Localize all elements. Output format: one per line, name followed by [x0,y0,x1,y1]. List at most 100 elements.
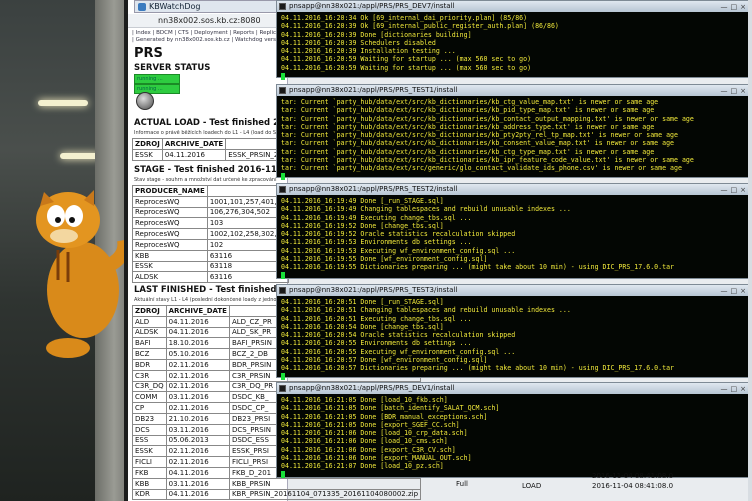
address-bar[interactable]: nn38x002.sos.kb.cz:8080 [128,14,288,28]
terminal-line: 04.11.2016_16:21:06 Done [load_10_crp_da… [281,429,468,438]
terminal-line: 04.11.2016_16:20:39 Ok [69_internal_publ… [281,22,559,31]
terminal-line: 04.11.2016_16:20:51 Done [_run_STAGE.sql… [281,298,444,306]
monitor-screen: KBWatchDog ← → nn38x002.sos.kb.cz:8080 |… [128,0,752,501]
browser-tab[interactable]: KBWatchDog [134,0,284,13]
table-cell: 04.11.2016 [165,466,230,479]
terminal-line: 04.11.2016_16:21:05 Done [export_SGEF_CC… [281,420,460,429]
terminal-line: 04.11.2016_16:20:59 Waiting for startup … [281,63,532,72]
terminal-title: pnsapp@nn38x021:/appl/PRS/PRS_DEV1/insta… [289,384,455,392]
terminal-line: 04.11.2016_16:20:55 Executing wf_environ… [281,347,516,356]
table-cell: 04.11.2016 [161,148,227,161]
table-row: ESSK 04.11.2016 ESSK_PRSIN_20 [132,148,286,161]
table-cell: KBR_PRSIN_20161104_071335_20161104080002… [228,488,422,501]
terminal-output: tar: Current `party_hub/data/ext/src/kb_… [277,96,751,183]
table-cell: BCZ [132,348,167,360]
generated-by-line: | Generated by nn38x002.sos.kb.cz | Watc… [132,37,288,43]
terminal-line: 04.11.2016_16:19:53 Executing wf_environ… [281,246,516,255]
stage-note: Stav stage - souhrn a množství dat určen… [134,177,277,183]
window-controls[interactable]: —□× [721,286,749,296]
terminal-line: 04.11.2016_16:21:05 Done [BDR_manual_exc… [281,412,488,421]
table-row: ReprocesWQ 103 [132,217,289,230]
terminal-window-test2[interactable]: pnsapp@nn38x021:/appl/PRS/PRS_TEST2/inst… [276,183,752,282]
terminal-line: 04.11.2016_16:19:55 Dictionaries prepari… [281,263,675,272]
col-header: ARCHIVE_DATE [161,138,227,150]
ceiling-light [60,153,100,159]
table-cell: 03.11.2016 [165,391,230,404]
terminal-titlebar[interactable]: pnsapp@nn38x021:/appl/PRS/PRS_TEST1/inst… [277,85,751,96]
terminal-line: 04.11.2016_16:20:34 Ok [69_internal_dai_… [281,14,528,22]
garfield-plush-toy [36,190,128,358]
table-cell: BAFI [132,337,167,350]
terminal-window-test1[interactable]: pnsapp@nn38x021:/appl/PRS/PRS_TEST1/inst… [276,84,752,181]
table-cell: 2016-11-04 08:41:08.0 [592,472,674,480]
terminal-window-test3[interactable]: pnsapp@nn38x021:/appl/PRS/PRS_TEST3/inst… [276,284,752,381]
table-cell: 04.11.2016 [165,326,230,339]
table-cell: ALD [132,315,167,328]
terminal-line: 04.11.2016_16:20:51 Executing change_tbs… [281,314,472,323]
table-cell: FICLI [132,456,167,468]
terminal-line: 04.11.2016_16:20:39 Done [dictionaries b… [281,30,472,39]
terminal-title: pnsapp@nn38x021:/appl/PRS/PRS_TEST3/inst… [289,286,458,294]
terminal-line: 04.11.2016_16:21:05 Done [load_10_fkb.sc… [281,396,448,404]
power-button-icon[interactable] [136,92,154,110]
terminal-line: 04.11.2016_16:20:39 Installation testing… [281,47,456,56]
table-cell: DCS [132,423,167,436]
window-controls[interactable]: —□× [721,185,749,195]
terminal-line: tar: Current `party_hub/data/ext/src/kb_… [281,98,659,106]
terminal-titlebar[interactable]: pnsapp@nn38x021:/appl/PRS/PRS_DEV1/insta… [277,383,751,394]
table-cell: COMM [132,391,167,404]
table-cell: C3R [132,369,167,382]
table-cell: KDR [132,488,167,501]
terminal-line: tar: Current `party_hub/data/ext/src/kb_… [281,114,694,123]
table-row: ReprocesWQ 106,276,304,502 [132,206,289,219]
table-cell: KBB [132,477,167,490]
terminal-icon [279,87,286,94]
table-cell: 02.11.2016 [165,456,230,468]
terminal-window-dev7[interactable]: pnsapp@nn38x021:/appl/PRS/PRS_DEV7/insta… [276,0,752,80]
table-cell: CP [132,402,167,414]
terminal-line: 04.11.2016_16:20:57 Dictionaries prepari… [281,364,675,373]
terminal-titlebar[interactable]: pnsapp@nn38x021:/appl/PRS/PRS_TEST3/inst… [277,285,751,296]
window-controls[interactable]: —□× [721,384,749,394]
table-cell: ReprocesWQ [132,217,208,230]
terminal-line: tar: Current `party_hub/data/ext/src/kb_… [281,122,655,131]
terminal-titlebar[interactable]: pnsapp@nn38x021:/appl/PRS/PRS_TEST2/inst… [277,184,751,195]
terminal-line: 04.11.2016_16:21:07 Done [load_10_pz.sch… [281,462,444,471]
terminal-line: tar: Current `party_hub/data/ext/src/kb_… [281,131,678,140]
table-cell: ESSK [132,260,208,273]
terminal-line: 04.11.2016_16:19:49 Executing change_tbs… [281,213,472,222]
ceiling-light [38,100,88,106]
terminal-titlebar[interactable]: pnsapp@nn38x021:/appl/PRS/PRS_DEV7/insta… [277,1,751,12]
table-cell: 03.11.2016 [165,477,230,490]
terminal-line: 04.11.2016_16:19:55 Done [wf_environment… [281,255,488,264]
terminal-output: 04.11.2016_16:19:49 Done [_run_STAGE.sql… [277,195,751,282]
table-cell: 05.10.2016 [165,348,230,360]
terminal-line: 04.11.2016_16:20:39 Schedulers disabled [281,38,436,47]
actual-load-note: Informace o právě běžících loadech do L1… [134,130,284,136]
server-status-title: SERVER STATUS [134,63,211,73]
terminal-line: 04.11.2016_16:19:52 Done [change_tbs.sql… [281,221,444,230]
terminal-window-dev1[interactable]: pnsapp@nn38x021:/appl/PRS/PRS_DEV1/insta… [276,382,752,479]
terminal-cursor [281,72,285,80]
terminal-cursor [281,373,285,381]
page-title: PRS [134,46,163,61]
terminal-line: tar: Current `party_hub/data/ext/src/gen… [281,164,682,173]
watchdog-favicon-icon [138,3,146,11]
table-cell: FKB [132,466,167,479]
table-cell: LOAD [522,482,542,490]
terminal-line: 04.11.2016_16:21:06 Done [export_MANUAL_… [281,454,472,463]
table-row: ReprocesWQ 1001,101,257,401,50 [132,195,289,208]
table-cell: ALDSK [132,271,208,284]
scrollbar[interactable] [748,0,752,501]
table-cell: 02.11.2016 [165,380,230,393]
terminal-title: pnsapp@nn38x021:/appl/PRS/PRS_TEST2/inst… [289,185,458,193]
nav-menu[interactable]: | Index | BDCM | CTS | Deployment | Repo… [132,30,288,36]
table-row: ALDSK 63116 [132,271,289,284]
window-controls[interactable]: —□× [721,2,749,12]
window-controls[interactable]: —□× [721,86,749,96]
table-cell: DB23 [132,412,167,425]
status-indicator: running ... [134,74,180,84]
terminal-line: 04.11.2016_16:20:55 Environments db sett… [281,339,472,348]
terminal-line: tar: Current `party_hub/data/ext/src/kb_… [281,156,694,165]
terminal-line: tar: Current `party_hub/data/ext/src/kb_… [281,106,655,115]
